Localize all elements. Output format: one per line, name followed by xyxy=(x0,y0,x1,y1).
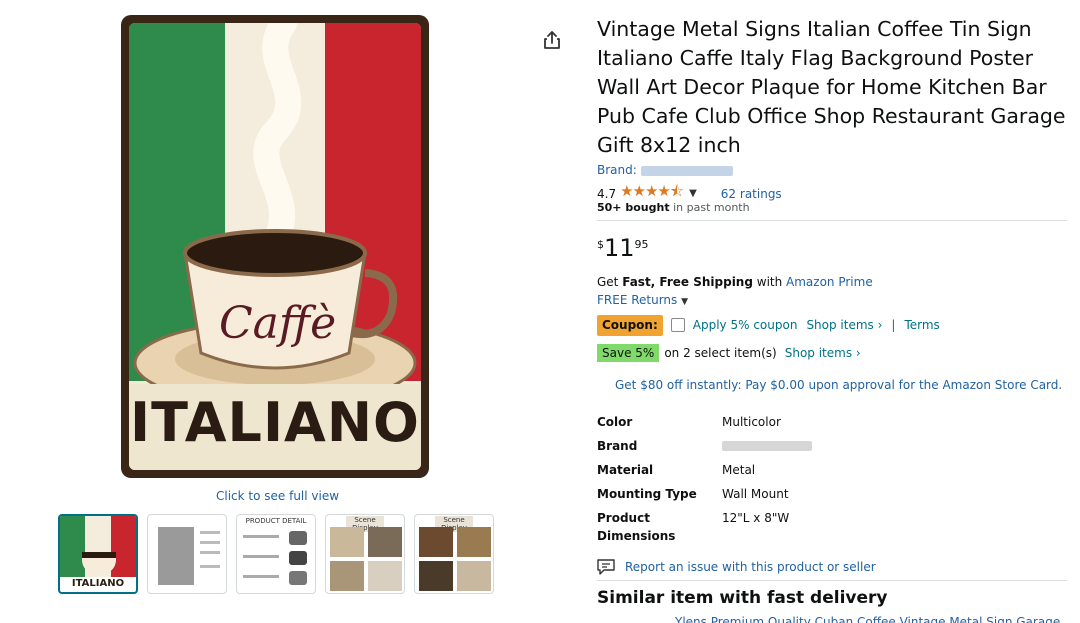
spec-key: Color xyxy=(597,415,633,429)
spec-value: Wall Mount xyxy=(722,487,789,501)
full-view-link[interactable]: Click to see full view xyxy=(216,489,339,503)
brand-link[interactable]: Brand: xyxy=(597,163,733,177)
chevron-down-icon: ▼ xyxy=(681,297,689,307)
report-icon xyxy=(597,559,615,575)
chevron-down-icon[interactable]: ▼ xyxy=(689,188,697,199)
brand-label: Brand: xyxy=(597,163,637,177)
store-card-offer-link[interactable]: Get $80 off instantly: Pay $0.00 upon ap… xyxy=(615,378,1062,392)
spec-value-redacted xyxy=(722,437,812,456)
spec-key: Mounting Type xyxy=(597,487,697,501)
main-product-image[interactable]: Caffè ITALIANO xyxy=(121,15,429,478)
apply-coupon-link[interactable]: Apply 5% coupon xyxy=(693,318,798,332)
save-row: Save 5% on 2 select item(s) Shop items › xyxy=(597,344,861,362)
cup-caffe-text: Caffè xyxy=(219,298,337,349)
spec-key: Brand xyxy=(597,439,638,453)
shipping-info: Get Fast, Free Shipping with Amazon Prim… xyxy=(597,275,873,289)
spec-key: Product Dimensions xyxy=(597,511,676,543)
spec-value: Multicolor xyxy=(722,415,781,429)
thumbnail-scene-2[interactable]: Scene Display xyxy=(414,514,494,594)
price: $1195 xyxy=(597,234,649,262)
thumbnail-main-label: ITALIANO xyxy=(71,578,125,589)
coupon-separator: | xyxy=(891,318,896,332)
price-symbol: $ xyxy=(597,238,604,251)
ratings-count-link[interactable]: 62 ratings xyxy=(721,187,782,201)
spec-value: Metal xyxy=(722,463,756,477)
thumbnail-main[interactable]: ITALIANO xyxy=(58,514,138,594)
similar-item-heading: Similar item with fast delivery xyxy=(597,588,888,608)
divider xyxy=(597,220,1067,221)
bought-in-past-month: 50+ bought in past month xyxy=(597,201,750,214)
free-returns-link[interactable]: FREE Returns ▼ xyxy=(597,293,688,307)
coupon-checkbox[interactable] xyxy=(670,318,685,332)
sign-title-text: ITALIANO xyxy=(130,391,420,454)
brand-name-redacted xyxy=(640,165,733,176)
coupon-shop-items-link[interactable]: Shop items › xyxy=(806,318,882,332)
divider xyxy=(597,580,1067,581)
similar-item-link[interactable]: Ylens Premium Quality Cuban Coffee Vinta… xyxy=(675,615,1060,623)
steam-graphic xyxy=(253,23,302,233)
coupon-badge: Coupon: xyxy=(597,314,663,336)
spec-value: 12"L x 8"W xyxy=(722,511,790,525)
amazon-prime-link[interactable]: Amazon Prime xyxy=(786,275,873,289)
save-shop-items-link[interactable]: Shop items › xyxy=(785,346,861,360)
product-title: Vintage Metal Signs Italian Coffee Tin S… xyxy=(597,17,1066,157)
thumbnail-size-chart[interactable] xyxy=(147,514,227,594)
save-text: on 2 select item(s) xyxy=(664,346,777,360)
thumbnail-scene-1[interactable]: Scene Display xyxy=(325,514,405,594)
rating-value: 4.7 xyxy=(597,186,617,201)
tin-sign-artwork: Caffè ITALIANO xyxy=(129,23,421,470)
thumbnail-product-detail[interactable]: PRODUCT DETAIL xyxy=(236,514,316,594)
price-fraction: 95 xyxy=(634,238,649,251)
share-icon[interactable] xyxy=(541,29,563,51)
coupon-row: Coupon: Apply 5% coupon Shop items › | T… xyxy=(597,314,949,336)
report-issue-link[interactable]: Report an issue with this product or sel… xyxy=(597,559,876,575)
thumbnail-detail-label: PRODUCT DETAIL xyxy=(245,517,307,525)
save-badge: Save 5% xyxy=(597,344,660,362)
price-whole: 11 xyxy=(604,234,635,262)
spec-key: Material xyxy=(597,463,654,477)
coupon-terms-link[interactable]: Terms xyxy=(904,318,939,332)
